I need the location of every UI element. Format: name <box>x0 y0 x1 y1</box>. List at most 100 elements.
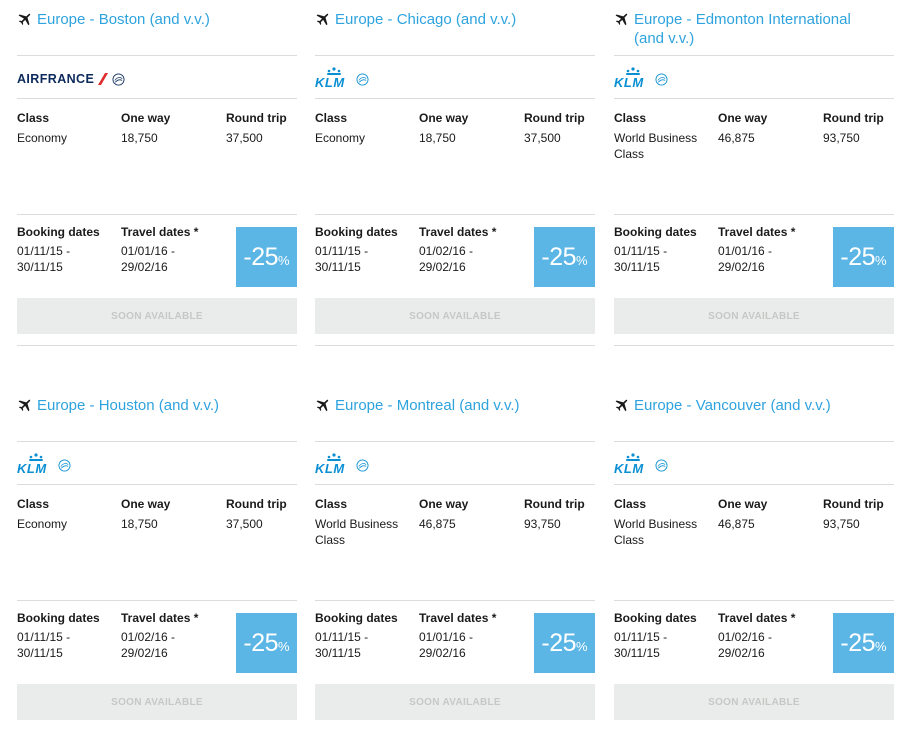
route-link[interactable]: Europe - Houston (and v.v.) <box>37 396 219 417</box>
route-link[interactable]: Europe - Boston (and v.v.) <box>37 10 210 31</box>
discount-percent: % <box>875 252 887 268</box>
booking-dates-value: 01/11/15 - 30/11/15 <box>17 630 71 660</box>
route-title[interactable]: Europe - Houston (and v.v.) <box>17 396 297 417</box>
airline-logo: KLM <box>17 452 71 478</box>
travel-dates-label: Travel dates * <box>718 611 796 625</box>
offer-card: Europe - Houston (and v.v.) KLM Class On… <box>17 386 297 746</box>
round-trip-label: Round trip <box>226 111 287 125</box>
travel-dates-value: 01/02/16 - 29/02/16 <box>718 630 773 660</box>
route-title[interactable]: Europe - Boston (and v.v.) <box>17 10 297 31</box>
one-way-label: One way <box>718 111 768 125</box>
airplane-icon <box>614 398 634 417</box>
one-way-label: One way <box>121 111 171 125</box>
route-link[interactable]: Europe - Edmonton International (and v.v… <box>634 10 864 48</box>
one-way-value: 46,875 <box>718 517 755 531</box>
class-label: Class <box>614 497 647 511</box>
class-value: Economy <box>315 131 366 145</box>
divider <box>315 345 595 346</box>
skyteam-icon <box>356 459 369 471</box>
soon-available-button[interactable]: SOON AVAILABLE <box>614 684 894 720</box>
divider <box>614 98 894 99</box>
travel-dates-value: 01/01/16 - 29/02/16 <box>718 244 773 274</box>
airplane-icon <box>17 12 37 31</box>
airfrance-stripe-icon <box>98 73 109 85</box>
route-title[interactable]: Europe - Chicago (and v.v.) <box>315 10 595 31</box>
round-trip-value: 93,750 <box>524 517 561 531</box>
route-title[interactable]: Europe - Vancouver (and v.v.) <box>614 396 894 417</box>
airline-name: KLM <box>614 461 644 476</box>
skyteam-icon <box>356 73 369 85</box>
soon-available-button[interactable]: SOON AVAILABLE <box>614 298 894 334</box>
skyteam-icon <box>655 459 668 471</box>
discount-percent: % <box>576 252 588 268</box>
divider <box>315 484 595 485</box>
divider <box>315 600 595 601</box>
offer-card: Europe - Edmonton International (and v.v… <box>614 0 894 360</box>
route-link[interactable]: Europe - Chicago (and v.v.) <box>335 10 516 31</box>
discount-number: -25 <box>840 628 876 657</box>
airplane-icon <box>17 398 37 417</box>
round-trip-label: Round trip <box>524 497 585 511</box>
discount-badge: -25% <box>833 613 894 673</box>
divider <box>17 441 297 442</box>
one-way-label: One way <box>419 111 469 125</box>
divider <box>315 441 595 442</box>
skyteam-icon <box>112 73 125 85</box>
offer-card: Europe - Vancouver (and v.v.) KLM Class … <box>614 386 894 746</box>
class-value: World Business Class <box>614 517 698 547</box>
round-trip-label: Round trip <box>823 111 884 125</box>
booking-dates-label: Booking dates <box>17 611 100 625</box>
discount-number: -25 <box>840 242 876 271</box>
route-link[interactable]: Europe - Vancouver (and v.v.) <box>634 396 831 417</box>
airline-logo: KLM <box>614 452 668 478</box>
round-trip-label: Round trip <box>524 111 585 125</box>
travel-dates-value: 01/02/16 - 29/02/16 <box>419 244 474 274</box>
airline-name: KLM <box>17 461 47 476</box>
booking-dates-value: 01/11/15 - 30/11/15 <box>17 244 71 274</box>
round-trip-label: Round trip <box>823 497 884 511</box>
divider <box>17 484 297 485</box>
travel-dates-value: 01/01/16 - 29/02/16 <box>121 244 176 274</box>
one-way-value: 18,750 <box>121 517 158 531</box>
divider <box>315 55 595 56</box>
class-label: Class <box>17 497 50 511</box>
booking-dates-label: Booking dates <box>614 225 697 239</box>
divider <box>17 345 297 346</box>
soon-available-button[interactable]: SOON AVAILABLE <box>17 684 297 720</box>
discount-percent: % <box>875 638 887 654</box>
booking-dates-label: Booking dates <box>614 611 697 625</box>
airline-name: KLM <box>315 461 345 476</box>
travel-dates-label: Travel dates * <box>121 225 199 239</box>
route-link[interactable]: Europe - Montreal (and v.v.) <box>335 396 520 417</box>
class-label: Class <box>614 111 647 125</box>
route-title[interactable]: Europe - Montreal (and v.v.) <box>315 396 595 417</box>
discount-number: -25 <box>243 242 279 271</box>
soon-available-button[interactable]: SOON AVAILABLE <box>315 298 595 334</box>
route-title[interactable]: Europe - Edmonton International (and v.v… <box>614 10 894 48</box>
soon-available-button[interactable]: SOON AVAILABLE <box>17 298 297 334</box>
offer-card: Europe - Chicago (and v.v.) KLM Class On… <box>315 0 595 360</box>
divider <box>614 441 894 442</box>
one-way-label: One way <box>718 497 768 511</box>
divider <box>614 345 894 346</box>
booking-dates-value: 01/11/15 - 30/11/15 <box>315 630 369 660</box>
round-trip-label: Round trip <box>226 497 287 511</box>
booking-dates-value: 01/11/15 - 30/11/15 <box>614 244 668 274</box>
class-value: World Business Class <box>315 517 399 547</box>
discount-percent: % <box>576 638 588 654</box>
class-label: Class <box>315 497 348 511</box>
booking-dates-label: Booking dates <box>17 225 100 239</box>
round-trip-value: 93,750 <box>823 517 860 531</box>
round-trip-value: 37,500 <box>524 131 561 145</box>
offer-card: Europe - Montreal (and v.v.) KLM Class O… <box>315 386 595 746</box>
class-value: Economy <box>17 131 68 145</box>
travel-dates-label: Travel dates * <box>419 225 497 239</box>
airline-logo: KLM <box>614 66 668 92</box>
divider <box>17 98 297 99</box>
airplane-icon <box>315 12 335 31</box>
soon-available-button[interactable]: SOON AVAILABLE <box>315 684 595 720</box>
discount-badge: -25% <box>236 613 297 673</box>
airplane-icon <box>614 12 634 48</box>
discount-percent: % <box>278 252 290 268</box>
one-way-value: 46,875 <box>419 517 456 531</box>
